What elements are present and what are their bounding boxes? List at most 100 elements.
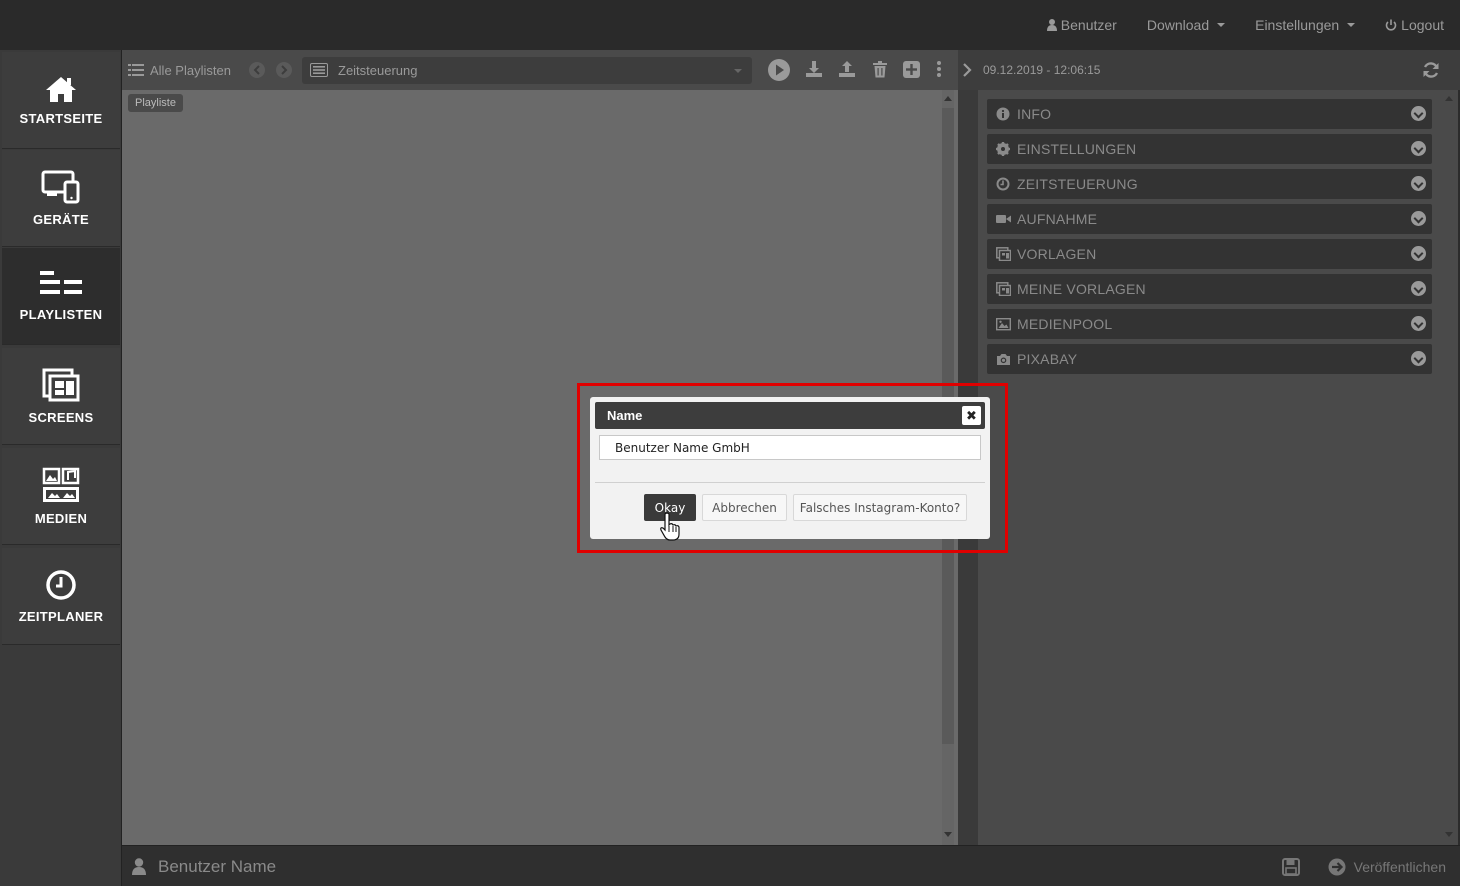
- properties-scrollbar[interactable]: [1442, 90, 1458, 845]
- dialog-header: Name ✖: [595, 402, 985, 429]
- gear-icon: [996, 142, 1010, 156]
- sidebar-item-label: MEDIEN: [34, 510, 88, 526]
- download-menu[interactable]: Download: [1146, 17, 1226, 33]
- sidebar-item-screens[interactable]: SCREENS: [2, 348, 120, 445]
- accordion-info[interactable]: INFO: [987, 99, 1432, 129]
- accordion-einstellungen[interactable]: EINSTELLUNGEN: [987, 134, 1432, 164]
- footer-user-name: Benutzer Name: [158, 856, 277, 876]
- scroll-down-icon[interactable]: [1445, 832, 1453, 838]
- accordion-label: MEDIENPOOL: [1017, 316, 1113, 332]
- user-icon: [132, 858, 146, 875]
- chevron-down-icon: [1411, 351, 1426, 366]
- sidebar-item-geraete[interactable]: GERÄTE: [2, 150, 120, 247]
- accordion-label: VORLAGEN: [1017, 246, 1097, 262]
- footer-bar: Benutzer Name Veröffentlichen: [122, 845, 1460, 886]
- sidebar-item-label: GERÄTE: [33, 211, 89, 227]
- chevron-down-icon: [1411, 246, 1426, 261]
- accordion-zeitsteuerung[interactable]: ZEITSTEUERUNG: [987, 169, 1432, 199]
- all-playlists-link[interactable]: Alle Playlisten: [128, 50, 231, 90]
- sidebar-item-medien[interactable]: MEDIEN: [2, 448, 120, 545]
- template-icon: [996, 282, 1011, 296]
- playlist-select[interactable]: Zeitsteuerung: [302, 57, 752, 84]
- dialog-title: Name: [607, 408, 643, 423]
- arrow-left-icon[interactable]: [249, 62, 265, 78]
- accordion-aufnahme[interactable]: AUFNAHME: [987, 204, 1432, 234]
- scroll-down-icon[interactable]: [944, 832, 952, 838]
- screens-icon: [42, 368, 80, 401]
- accordion-label: EINSTELLUNGEN: [1017, 141, 1137, 157]
- sidebar-item-zeitplaner[interactable]: ZEITPLANER: [2, 548, 120, 645]
- scroll-up-icon[interactable]: [944, 95, 952, 101]
- scroll-up-icon[interactable]: [1445, 95, 1453, 101]
- sidebar-item-startseite[interactable]: STARTSEITE: [2, 52, 120, 149]
- publish-button[interactable]: Veröffentlichen: [1354, 859, 1446, 875]
- play-icon[interactable]: [767, 58, 791, 82]
- playlist-tag: Playliste: [128, 94, 183, 112]
- top-bar: Benutzer Download Einstellungen Logout: [0, 0, 1460, 50]
- name-dialog: Name ✖ Okay Abbrechen Falsches Instagram…: [590, 397, 990, 539]
- user-menu-label: Benutzer: [1060, 17, 1117, 33]
- clock-icon: [996, 177, 1010, 191]
- close-icon: ✖: [966, 407, 977, 423]
- accordion-vorlagen[interactable]: VORLAGEN: [987, 239, 1432, 269]
- close-button[interactable]: ✖: [962, 406, 981, 425]
- wrong-instagram-account-button[interactable]: Falsches Instagram-Konto?: [793, 494, 967, 521]
- logout-link[interactable]: Logout: [1385, 17, 1444, 33]
- download-icon[interactable]: [805, 60, 823, 78]
- user-menu[interactable]: Benutzer: [1046, 17, 1117, 33]
- cancel-button[interactable]: Abbrechen: [702, 494, 787, 521]
- chevron-down-icon: [1411, 281, 1426, 296]
- add-icon[interactable]: [903, 61, 920, 78]
- caret-down-icon: [1217, 23, 1226, 27]
- home-icon: [46, 76, 76, 102]
- sidebar-item-label: STARTSEITE: [19, 110, 103, 126]
- list-icon: [128, 64, 144, 76]
- top-nav: Benutzer Download Einstellungen Logout: [1046, 0, 1444, 50]
- info-icon: [996, 107, 1010, 121]
- more-vertical-icon[interactable]: [936, 61, 942, 77]
- accordion-meine-vorlagen[interactable]: MEINE VORLAGEN: [987, 274, 1432, 304]
- list-box-icon: [310, 63, 328, 77]
- sidebar-item-label: ZEITPLANER: [18, 608, 104, 624]
- playlist-select-value: Zeitsteuerung: [338, 63, 418, 78]
- refresh-icon[interactable]: [1422, 61, 1440, 79]
- video-camera-icon: [996, 215, 1011, 223]
- upload-icon[interactable]: [838, 60, 856, 78]
- settings-menu[interactable]: Einstellungen: [1255, 17, 1356, 33]
- arrow-circle-right-icon[interactable]: [1328, 858, 1346, 876]
- trash-icon[interactable]: [872, 61, 888, 78]
- chevron-down-icon: [1411, 176, 1426, 191]
- caret-down-icon: [1347, 23, 1356, 27]
- name-input[interactable]: [599, 435, 981, 460]
- accordion-label: ZEITSTEUERUNG: [1017, 176, 1138, 192]
- logout-label: Logout: [1401, 17, 1444, 33]
- all-playlists-label: Alle Playlisten: [150, 62, 231, 78]
- save-icon[interactable]: [1281, 857, 1300, 876]
- chevron-right-icon[interactable]: [962, 63, 972, 77]
- arrow-right-icon[interactable]: [276, 62, 292, 78]
- template-icon: [996, 247, 1011, 261]
- settings-menu-label: Einstellungen: [1255, 17, 1340, 33]
- chevron-down-icon: [1411, 316, 1426, 331]
- footer-user: Benutzer Name: [132, 846, 276, 886]
- accordion-medienpool[interactable]: MEDIENPOOL: [987, 309, 1432, 339]
- chevron-down-icon: [1411, 106, 1426, 121]
- image-icon: [996, 318, 1011, 331]
- publish-area: Veröffentlichen: [1281, 846, 1446, 886]
- sidebar-item-playlisten[interactable]: PLAYLISTEN: [2, 248, 120, 345]
- hand-cursor-icon: [660, 512, 680, 541]
- playlist-icon: [40, 270, 82, 294]
- accordion-pixabay[interactable]: PIXABAY: [987, 344, 1432, 374]
- accordion-label: AUFNAHME: [1017, 211, 1098, 227]
- timestamp: 09.12.2019 - 12:06:15: [983, 63, 1101, 77]
- accordion-label: PIXABAY: [1017, 351, 1078, 367]
- devices-icon: [41, 170, 80, 203]
- camera-icon: [997, 354, 1010, 365]
- sidebar-item-label: SCREENS: [28, 409, 94, 425]
- sidebar-item-label: PLAYLISTEN: [19, 306, 103, 322]
- chevron-down-icon: [1411, 141, 1426, 156]
- clock-icon: [46, 569, 76, 600]
- chevron-down-icon: [1411, 211, 1426, 226]
- user-icon: [1046, 19, 1057, 31]
- download-menu-label: Download: [1146, 17, 1210, 33]
